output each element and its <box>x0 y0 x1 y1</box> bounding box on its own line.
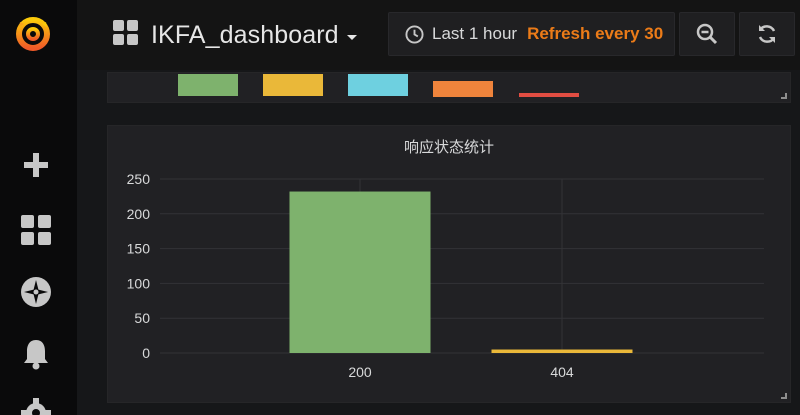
x-tick-label: 200 <box>348 364 372 380</box>
refresh-button[interactable] <box>739 12 795 56</box>
bar-404[interactable] <box>491 349 633 353</box>
refresh-icon <box>756 23 778 45</box>
grafana-logo-icon[interactable] <box>10 10 56 56</box>
bar-chart-svg: 250 200 150 100 50 0 200 404 <box>127 171 764 380</box>
refresh-interval-label: Refresh every 30 <box>527 24 664 43</box>
top-bar-2 <box>263 74 323 96</box>
x-tick-label: 404 <box>550 364 574 380</box>
y-tick-label: 200 <box>127 206 151 222</box>
y-tick-label: 0 <box>142 345 150 361</box>
top-bar-1 <box>178 74 238 96</box>
zoom-out-button[interactable] <box>679 12 735 56</box>
bar-200[interactable] <box>289 191 431 353</box>
chevron-down-icon <box>346 34 357 40</box>
top-bar-3 <box>348 74 408 96</box>
gear-icon[interactable] <box>18 395 54 415</box>
alerting-bell-icon[interactable] <box>18 336 54 372</box>
bar-chart: 250 200 150 100 50 0 200 404 <box>108 126 792 404</box>
top-bar-5 <box>519 93 579 97</box>
top-navbar: IKFA_dashboard Last 1 hour Refresh every… <box>77 0 800 70</box>
dashboard-title: IKFA_dashboard <box>151 20 339 49</box>
y-tick-label: 50 <box>134 310 150 326</box>
y-tick-label: 100 <box>127 275 151 291</box>
clock-icon <box>405 24 424 44</box>
dashboard-picker-button[interactable]: IKFA_dashboard <box>113 17 357 53</box>
plus-icon[interactable] <box>18 147 54 183</box>
time-range-label: Last 1 hour <box>432 24 518 43</box>
panel-resize-handle[interactable] <box>781 93 787 99</box>
zoom-out-icon <box>696 23 718 45</box>
grid-icon <box>113 19 139 51</box>
response-status-panel: 响应状态统计 250 200 150 100 50 0 200 404 <box>107 125 791 403</box>
y-tick-label: 150 <box>127 241 151 257</box>
explore-compass-icon[interactable] <box>18 274 54 310</box>
y-tick-label: 250 <box>127 171 151 187</box>
panel-resize-handle[interactable] <box>781 393 787 399</box>
side-menu <box>0 0 77 415</box>
top-panel <box>107 72 791 103</box>
dashboards-icon[interactable] <box>18 212 54 248</box>
top-bar-4 <box>433 81 493 97</box>
time-picker-button[interactable]: Last 1 hour Refresh every 30 <box>388 12 675 56</box>
